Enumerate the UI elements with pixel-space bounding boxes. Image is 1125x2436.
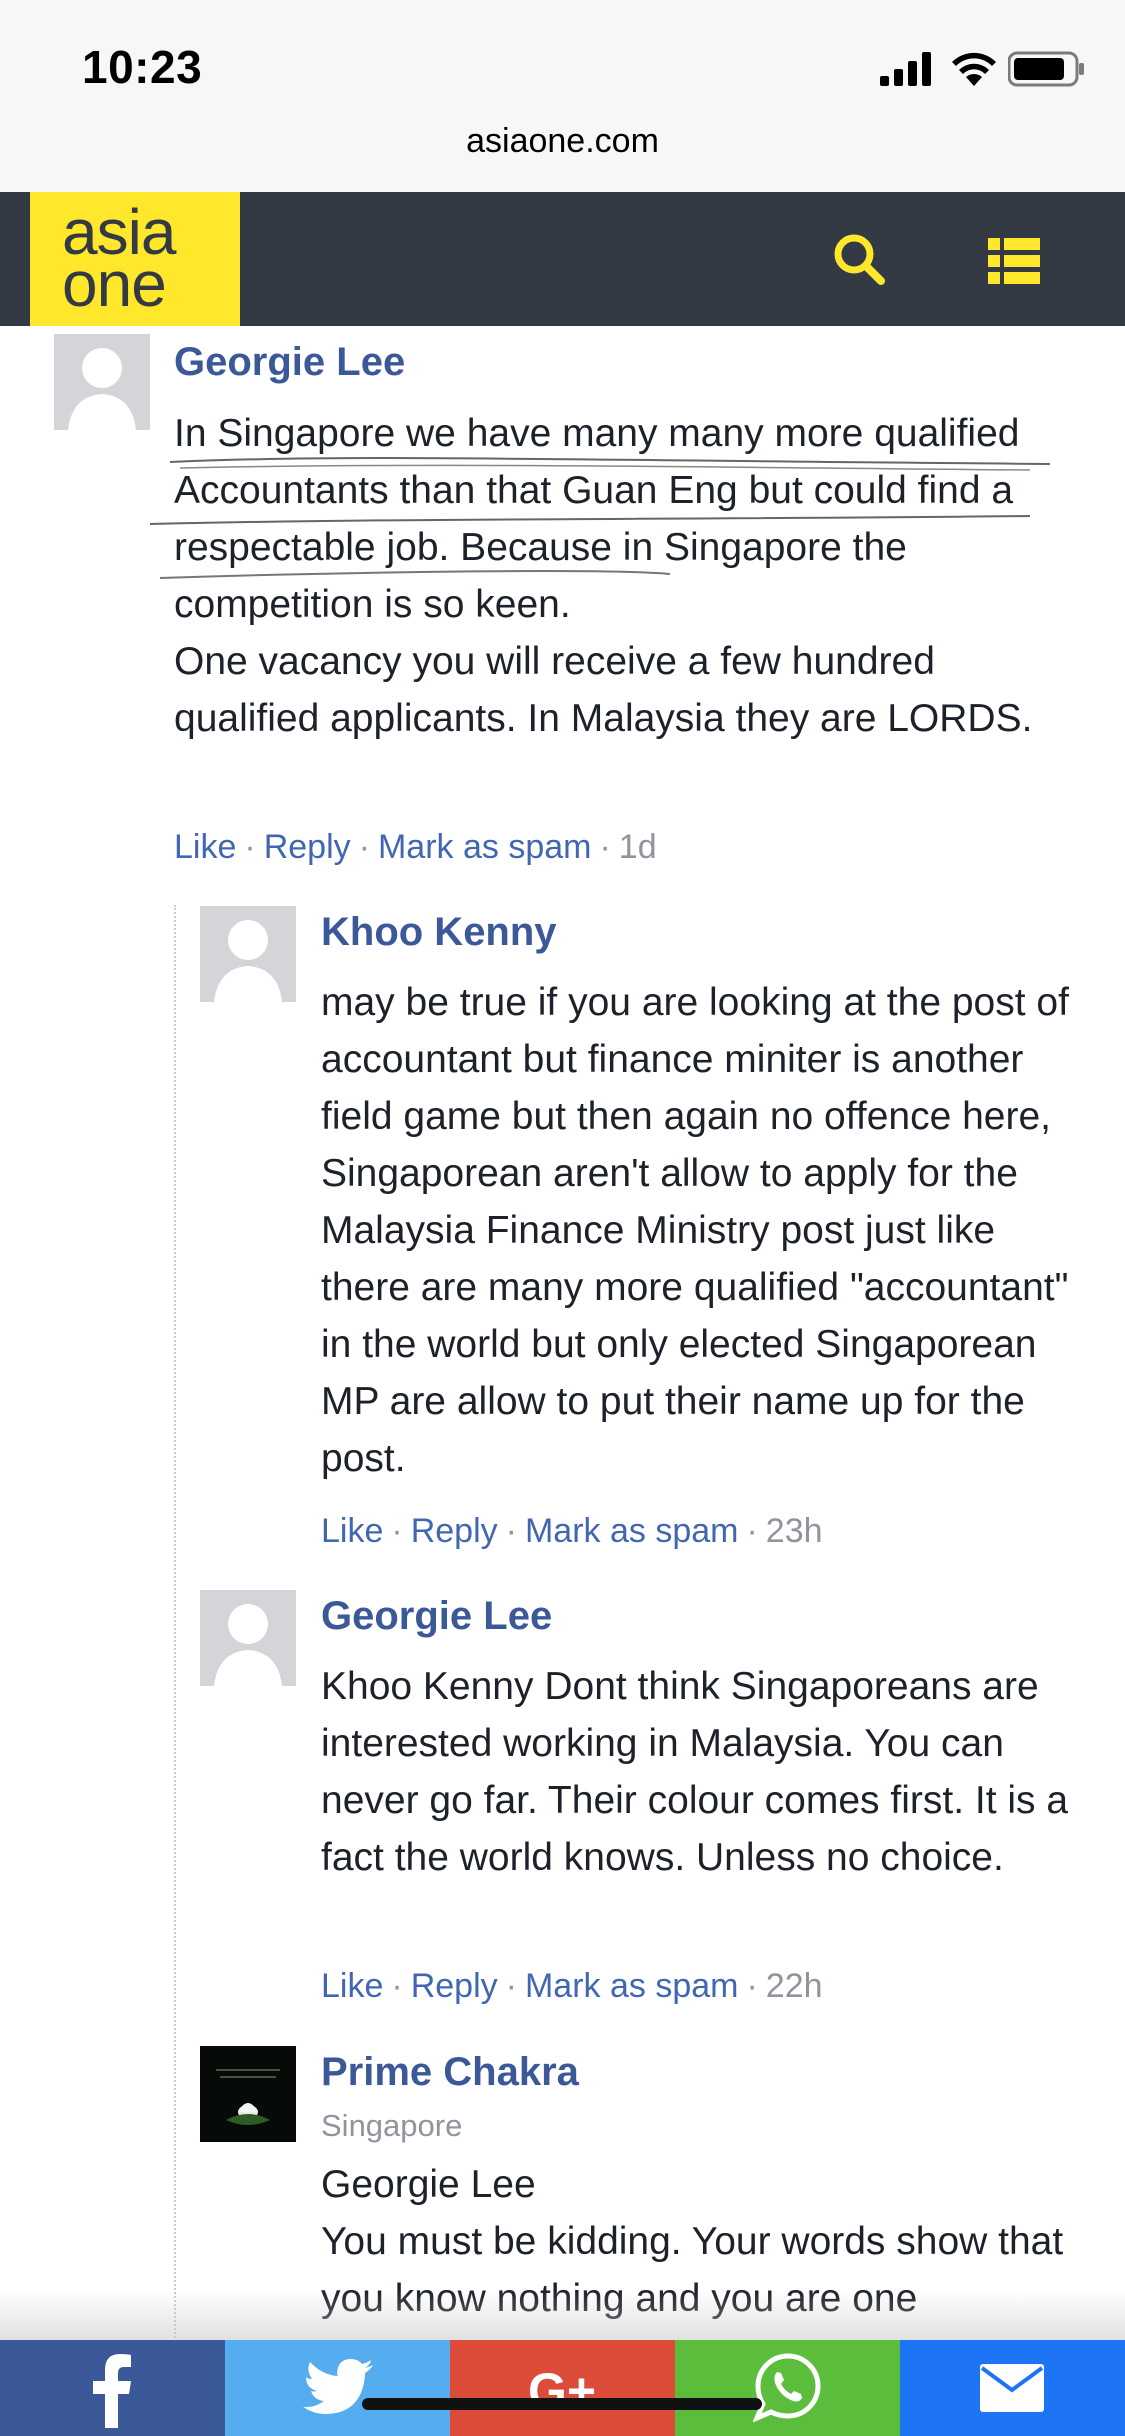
like-link[interactable]: Like (174, 828, 236, 866)
reply-link[interactable]: Reply (411, 1512, 498, 1550)
comment-actions: Like · Reply · Mark as spam · 22h (321, 1967, 823, 2005)
comment-text: may be true if you are looking at the po… (321, 981, 1080, 1480)
share-bar-shadow (0, 2290, 1125, 2340)
url-text: asiaone.com (466, 122, 659, 160)
default-user-icon (68, 348, 136, 430)
like-link[interactable]: Like (321, 1967, 383, 2005)
address-bar[interactable]: asiaone.com (0, 120, 1125, 192)
avatar[interactable] (54, 334, 150, 430)
mark-spam-link[interactable]: Mark as spam (378, 828, 592, 866)
like-link[interactable]: Like (321, 1512, 383, 1550)
comment-author[interactable]: Georgie Lee (174, 340, 405, 385)
comment-age: 23h (765, 1512, 823, 1550)
share-bar: G+ (0, 2340, 1125, 2436)
reply-link[interactable]: Reply (411, 1967, 498, 2005)
search-icon[interactable] (832, 232, 886, 286)
logo-text-one: one (62, 248, 167, 320)
share-twitter-button[interactable] (225, 2340, 450, 2436)
default-user-icon (214, 1604, 282, 1686)
share-whatsapp-button[interactable] (675, 2340, 900, 2436)
avatar[interactable] (200, 906, 296, 1002)
comment-actions: Like · Reply · Mark as spam · 1d (174, 828, 657, 866)
mark-spam-link[interactable]: Mark as spam (525, 1967, 739, 2005)
google-plus-icon: G+ (528, 2363, 597, 2419)
reply-thread-line (174, 905, 176, 2365)
comment-text: Khoo Kenny Dont think Singaporeans are i… (321, 1665, 1079, 1879)
whatsapp-icon (753, 2353, 821, 2422)
battery-icon (1008, 51, 1084, 87)
share-google-plus-button[interactable]: G+ (450, 2340, 675, 2436)
comment-age: 22h (765, 1967, 823, 2005)
facebook-icon (93, 2354, 131, 2428)
asiaone-logo[interactable]: asia one (30, 192, 240, 326)
comment-author[interactable]: Georgie Lee (321, 1594, 552, 1639)
share-facebook-button[interactable] (0, 2340, 225, 2436)
share-email-button[interactable] (900, 2340, 1125, 2436)
mark-spam-link[interactable]: Mark as spam (525, 1512, 739, 1550)
site-header: asia one (0, 192, 1125, 326)
cellular-signal-icon (880, 52, 931, 86)
default-user-icon (214, 920, 282, 1002)
email-icon (980, 2364, 1044, 2412)
reply-link[interactable]: Reply (264, 828, 351, 866)
comment-author[interactable]: Khoo Kenny (321, 910, 557, 955)
handwritten-underline-marks (150, 457, 1051, 579)
twitter-icon (303, 2359, 373, 2414)
status-bar: 10:23 (0, 0, 1125, 120)
avatar[interactable] (200, 1590, 296, 1686)
comment-author[interactable]: Prime Chakra (321, 2050, 579, 2095)
menu-list-icon[interactable] (988, 238, 1040, 284)
lotus-flower-avatar-image (200, 2046, 296, 2142)
comment-location: Singapore (321, 2108, 463, 2143)
wifi-icon (952, 52, 996, 86)
home-indicator[interactable] (362, 2398, 762, 2410)
comment-age: 1d (618, 828, 657, 866)
avatar[interactable] (200, 2046, 296, 2142)
clock: 10:23 (82, 41, 203, 93)
comment-actions: Like · Reply · Mark as spam · 23h (321, 1512, 823, 1550)
